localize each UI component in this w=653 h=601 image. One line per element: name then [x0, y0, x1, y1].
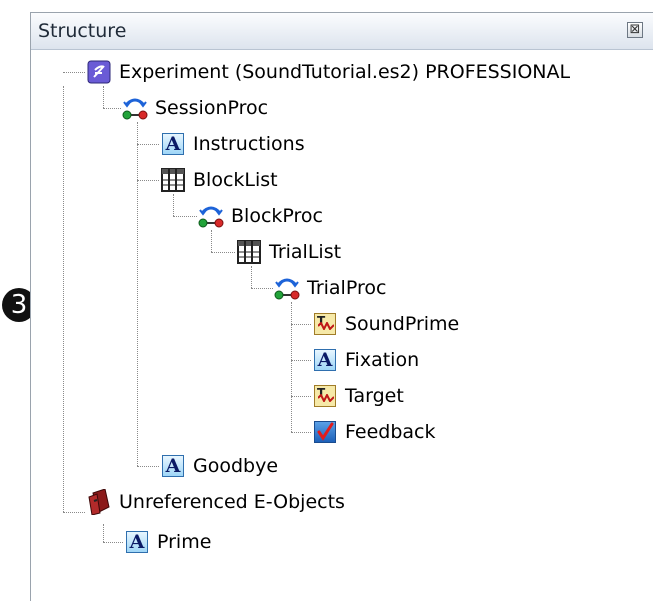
- feedback-icon: [312, 419, 338, 445]
- tree-node-prime[interactable]: A Prime: [124, 528, 211, 556]
- sound-out-icon: T: [312, 311, 338, 337]
- tree-node-label: Fixation: [345, 349, 420, 371]
- procedure-icon: [122, 95, 148, 121]
- text-display-icon: A: [160, 453, 186, 479]
- tree-node-label: Experiment (SoundTutorial.es2) PROFESSIO…: [119, 61, 571, 83]
- tree-node-label: TrialList: [269, 241, 342, 263]
- structure-tree: Experiment (SoundTutorial.es2) PROFESSIO…: [0, 0, 653, 601]
- list-icon: [236, 239, 262, 265]
- tree-node-label: Target: [345, 385, 404, 407]
- text-display-icon: A: [160, 131, 186, 157]
- text-display-icon: A: [312, 347, 338, 373]
- tree-node-goodbye[interactable]: A Goodbye: [160, 452, 278, 480]
- briefcase-icon: [86, 489, 112, 515]
- text-display-icon: A: [124, 529, 150, 555]
- sound-out-icon: T: [312, 383, 338, 409]
- tree-node-trialproc[interactable]: TrialProc: [274, 274, 386, 302]
- tree-node-label: TrialProc: [307, 277, 387, 299]
- tree-node-fixation[interactable]: A Fixation: [312, 346, 419, 374]
- tree-node-label: Goodbye: [193, 455, 279, 477]
- tree-node-label: Feedback: [345, 421, 436, 443]
- tree-node-label: Prime: [157, 531, 212, 553]
- tree-node-soundprime[interactable]: T SoundPrime: [312, 310, 459, 338]
- tree-node-label: SoundPrime: [345, 313, 460, 335]
- tree-node-label: Unreferenced E-Objects: [119, 491, 345, 513]
- tree-node-blocklist[interactable]: BlockList: [160, 166, 278, 194]
- tree-node-experiment[interactable]: Experiment (SoundTutorial.es2) PROFESSIO…: [86, 58, 570, 86]
- tree-node-triallist[interactable]: TrialList: [236, 238, 341, 266]
- experiment-icon: [86, 59, 112, 85]
- procedure-icon: [274, 275, 300, 301]
- tree-node-label: Instructions: [193, 133, 305, 155]
- tree-node-unreferenced-objects[interactable]: Unreferenced E-Objects: [86, 488, 345, 516]
- tree-node-target[interactable]: T Target: [312, 382, 404, 410]
- procedure-icon: [198, 203, 224, 229]
- tree-node-label: SessionProc: [155, 97, 269, 119]
- tree-node-feedback[interactable]: Feedback: [312, 418, 435, 446]
- tree-node-blockproc[interactable]: BlockProc: [198, 202, 323, 230]
- tree-node-label: BlockList: [193, 169, 278, 191]
- tree-node-instructions[interactable]: A Instructions: [160, 130, 305, 158]
- tree-node-label: BlockProc: [231, 205, 323, 227]
- tree-node-sessionproc[interactable]: SessionProc: [122, 94, 268, 122]
- list-icon: [160, 167, 186, 193]
